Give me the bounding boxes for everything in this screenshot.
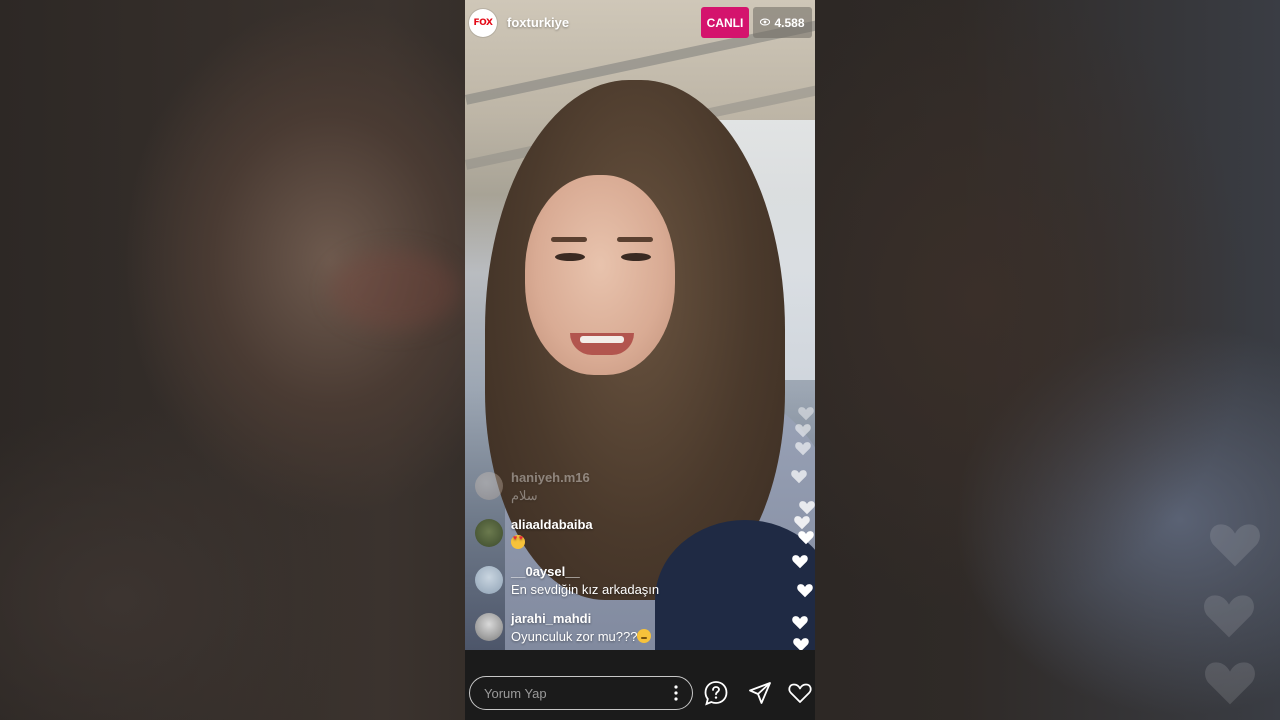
floating-heart-icon — [794, 440, 812, 456]
comment-feed: haniyeh.m16 سلام aliaaldabaiba __0aysel_… — [475, 466, 775, 654]
thinking-face-emoji — [637, 629, 652, 643]
viewer-count: 4.588 — [774, 15, 805, 30]
question-icon[interactable] — [703, 680, 729, 706]
floating-heart-icon — [798, 499, 815, 515]
commenter-avatar[interactable] — [475, 613, 503, 641]
brow — [551, 237, 587, 242]
heart-eyes-emoji — [511, 535, 525, 549]
commenter-avatar[interactable] — [475, 566, 503, 594]
person-face — [525, 175, 675, 375]
heart-icon[interactable] — [787, 680, 813, 706]
more-vertical-icon[interactable] — [674, 685, 678, 701]
eye — [555, 253, 585, 261]
eye-icon — [760, 16, 771, 30]
commenter-name[interactable]: haniyeh.m16 — [511, 470, 590, 485]
comment-text — [511, 535, 525, 550]
comment-item: jarahi_mahdi Oyunculuk zor mu??? — [475, 607, 775, 654]
comment-text: En sevdiğin kız arkadaşın — [511, 582, 660, 597]
floating-heart-icon — [793, 514, 811, 530]
backdrop-blur-shape — [330, 250, 460, 330]
floating-heart-icon — [791, 553, 809, 569]
comment-text: Oyunculuk zor mu??? — [511, 629, 652, 644]
commenter-avatar[interactable] — [475, 519, 503, 547]
comment-item: haniyeh.m16 سلام — [475, 466, 775, 513]
mouth — [570, 333, 634, 355]
backdrop-heart-icon — [1207, 517, 1263, 569]
account-username[interactable]: foxturkiye — [507, 15, 569, 30]
eye — [621, 253, 651, 261]
commenter-name[interactable]: jarahi_mahdi — [511, 611, 591, 626]
comment-item: __0aysel__ En sevdiğin kız arkadaşın — [475, 560, 775, 607]
commenter-avatar[interactable] — [475, 472, 503, 500]
stream-header: FOX foxturkiye CANLI 4.588 — [465, 0, 815, 50]
comment-input[interactable]: Yorum Yap — [469, 676, 693, 710]
backdrop-heart-icon — [1202, 655, 1258, 707]
account-avatar[interactable]: FOX — [469, 9, 497, 37]
floating-heart-icon — [791, 614, 809, 630]
backdrop-heart-icon — [1201, 588, 1257, 640]
live-stream-view: FOX foxturkiye CANLI 4.588 haniyeh.m16 س… — [465, 0, 815, 720]
brow — [617, 237, 653, 242]
live-badge: CANLI — [701, 7, 749, 38]
floating-heart-icon — [797, 529, 815, 545]
comment-placeholder: Yorum Yap — [484, 686, 547, 701]
commenter-name[interactable]: aliaaldabaiba — [511, 517, 593, 532]
floating-heart-icon — [797, 405, 815, 421]
floating-heart-icon — [794, 422, 812, 438]
fox-logo: FOX — [473, 18, 493, 28]
viewer-count-badge[interactable]: 4.588 — [753, 7, 812, 38]
floating-heart-icon — [796, 582, 814, 598]
comment-text-body: Oyunculuk zor mu??? — [511, 629, 638, 644]
comment-item: aliaaldabaiba — [475, 513, 775, 560]
send-icon[interactable] — [747, 680, 773, 706]
floating-heart-icon — [790, 468, 808, 484]
comment-text: سلام — [511, 488, 538, 503]
comment-composer-bar: Yorum Yap — [465, 650, 815, 720]
commenter-name[interactable]: __0aysel__ — [511, 564, 580, 579]
